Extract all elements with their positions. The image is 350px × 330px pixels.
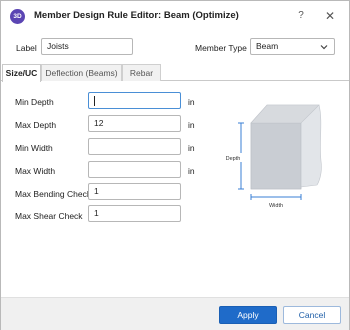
min-depth-label: Min Depth (15, 97, 54, 107)
min-width-label: Min Width (15, 143, 53, 153)
beam-section-diagram: Depth Width (222, 104, 322, 209)
apply-button[interactable]: Apply (219, 306, 277, 324)
max-bending-check-input[interactable]: 1 (88, 183, 181, 200)
cancel-button[interactable]: Cancel (283, 306, 341, 324)
tab-size-uc[interactable]: Size/UC (2, 64, 41, 82)
max-shear-check-input[interactable]: 1 (88, 205, 181, 222)
beam-front-face (250, 122, 302, 190)
app-logo-icon: 3D (10, 9, 25, 24)
min-width-unit: in (188, 143, 195, 153)
width-label: Width (269, 203, 283, 209)
dialog-title: Member Design Rule Editor: Beam (Optimiz… (34, 10, 239, 21)
dialog-footer: Apply Cancel (1, 297, 349, 330)
help-icon[interactable]: ? (293, 8, 309, 24)
min-depth-unit: in (188, 97, 195, 107)
max-depth-unit: in (188, 120, 195, 130)
depth-label: Depth (226, 156, 241, 162)
chevron-down-icon (320, 45, 328, 50)
close-icon[interactable]: ✕ (322, 8, 338, 24)
member-type-caption: Member Type (195, 43, 247, 53)
max-depth-input[interactable]: 12 (88, 115, 181, 132)
member-type-select[interactable]: Beam (250, 38, 335, 55)
label-input[interactable]: Joists (41, 38, 133, 55)
tab-strip: Size/UC Deflection (Beams) Rebar (1, 64, 349, 82)
max-width-unit: in (188, 166, 195, 176)
max-depth-label: Max Depth (15, 120, 57, 130)
max-shear-check-label: Max Shear Check (15, 211, 83, 221)
member-type-value: Beam (256, 41, 279, 51)
tab-deflection-beams[interactable]: Deflection (Beams) (41, 64, 122, 81)
dialog-window: 3D Member Design Rule Editor: Beam (Opti… (0, 0, 350, 330)
title-bar: 3D Member Design Rule Editor: Beam (Opti… (1, 1, 349, 31)
min-depth-input[interactable] (88, 92, 181, 109)
label-caption: Label (16, 43, 37, 53)
text-caret (94, 95, 95, 106)
max-width-label: Max Width (15, 166, 56, 176)
tab-rebar[interactable]: Rebar (122, 64, 161, 81)
min-width-input[interactable] (88, 138, 181, 155)
max-bending-check-label: Max Bending Check (15, 189, 92, 199)
max-width-input[interactable] (88, 161, 181, 178)
